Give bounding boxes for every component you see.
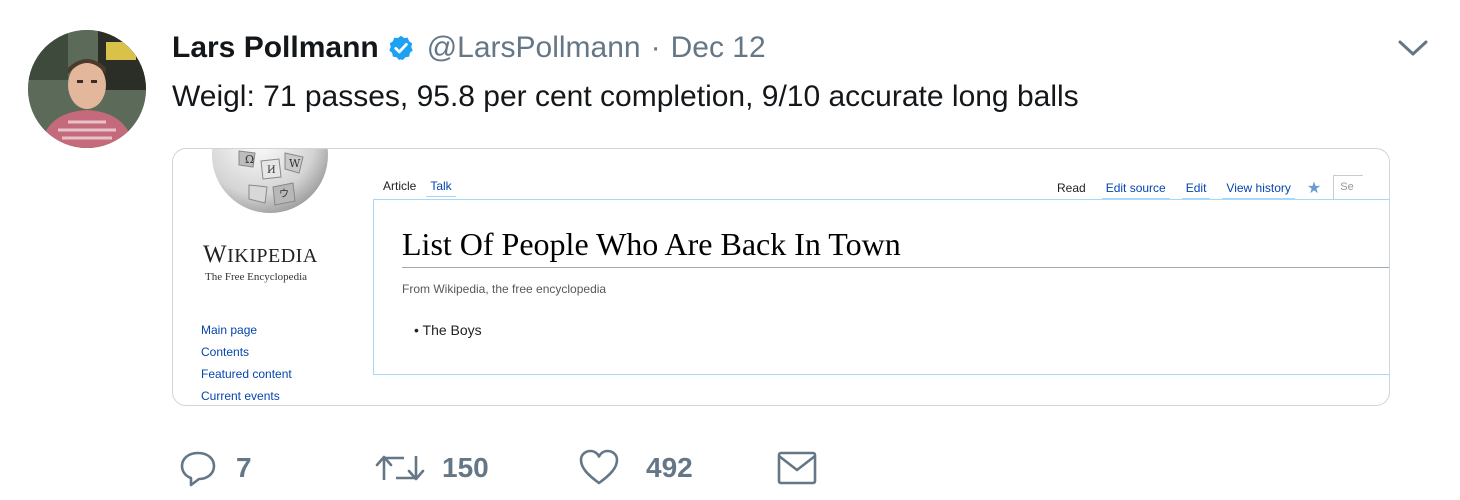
svg-text:W: W [289,157,301,170]
avatar[interactable] [28,30,146,148]
header-separator: · [650,31,661,64]
wikipedia-wordmark: WIKIPEDIA [203,241,318,269]
article-title: List Of People Who Are Back In Town [402,226,1389,268]
wikipedia-tagline: The Free Encyclopedia [205,271,308,283]
retweet-icon [375,455,425,481]
svg-text:ウ: ウ [279,188,289,200]
svg-text:Ω: Ω [245,153,254,166]
wiki-nav-featured[interactable]: Featured content [201,363,292,385]
wiki-search-input[interactable]: Se [1333,175,1364,201]
author-name[interactable]: Lars Pollmann [172,31,379,65]
tab-view-history[interactable]: View history [1222,177,1295,199]
list-item: The Boys [414,322,482,338]
wiki-content: List Of People Who Are Back In Town From… [373,199,1389,375]
tab-edit[interactable]: Edit [1181,177,1211,199]
wiki-tabs-left: Article Talk [379,175,456,197]
retweet-count: 150 [442,452,489,483]
wordmark-initial: W [203,241,228,268]
wikipedia-globe-icon: Ω W И ウ [212,149,328,213]
tab-read[interactable]: Read [1053,177,1090,199]
envelope-icon [777,451,817,485]
reply-button[interactable]: 7 [178,444,252,492]
wiki-nav-main-page[interactable]: Main page [201,319,292,341]
avatar-image [28,30,146,148]
tweet-header: Lars Pollmann @LarsPollmann · Dec 12 [172,28,766,68]
article-subtitle: From Wikipedia, the free encyclopedia [402,282,607,296]
like-count: 492 [646,452,693,483]
heart-icon [579,449,619,485]
watch-star-icon[interactable]: ★ [1307,178,1321,198]
tweet-text: Weigl: 71 passes, 95.8 per cent completi… [172,80,1079,113]
reply-count: 7 [236,452,252,483]
retweet-button[interactable]: 150 [374,444,489,492]
wiki-nav-current-events[interactable]: Current events [201,385,292,405]
tab-article[interactable]: Article [379,175,421,197]
wiki-tabs-right: Read Edit source Edit View history ★ Se [1053,175,1364,201]
tab-edit-source[interactable]: Edit source [1101,177,1170,199]
wiki-sidebar: Ω W И ウ WIKIPEDIA The Free Encyclopedia … [173,149,363,405]
author-handle[interactable]: @LarsPollmann [427,31,641,65]
media-card[interactable]: Ω W И ウ WIKIPEDIA The Free Encyclopedia … [172,148,1390,406]
direct-message-button[interactable] [776,444,818,492]
article-list: The Boys [414,322,482,338]
svg-text:И: И [267,165,276,176]
tweet-actions: 7 150 492 [172,444,872,492]
tweet-date[interactable]: Dec 12 [671,31,766,65]
wiki-nav: Main page Contents Featured content Curr… [201,319,292,405]
chevron-down-icon [1398,40,1428,56]
tweet-menu-button[interactable] [1396,36,1430,60]
reply-icon [180,451,216,487]
wiki-nav-contents[interactable]: Contents [201,341,292,363]
like-button[interactable]: 492 [578,444,693,492]
verified-badge-icon [387,34,415,62]
tab-talk[interactable]: Talk [426,175,456,197]
wordmark-rest: IKIPEDIA [227,245,318,267]
